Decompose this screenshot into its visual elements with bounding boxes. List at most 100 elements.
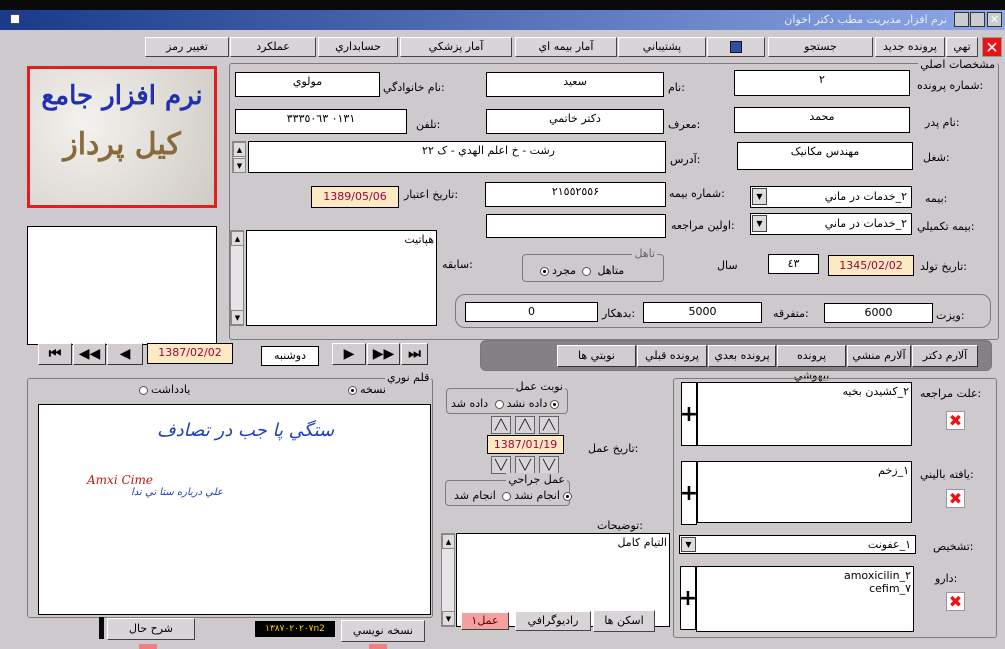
note-radio[interactable]: [139, 385, 148, 395]
job-field[interactable]: مهندس مکانيک: [737, 142, 913, 170]
reason-field[interactable]: ٢_کشيدن بخيه: [697, 382, 912, 446]
not-given-radio[interactable]: [494, 399, 504, 409]
toolbar-button-support[interactable]: پشتيباني: [618, 37, 706, 57]
delete-drug-icon[interactable]: ✖: [946, 592, 965, 611]
given-radio[interactable]: [550, 399, 560, 409]
nav-day-field[interactable]: دوشنبه: [261, 346, 319, 366]
toolbar-button-medical-stats[interactable]: آمار پزشکي: [400, 37, 512, 57]
visit-fee-label: ويزت:: [936, 309, 965, 322]
radiography-button[interactable]: راديوگرافي: [515, 611, 591, 631]
address-field[interactable]: رشت - خ اعلم الهدي - ک ٢٢: [248, 141, 666, 173]
splitter: [99, 617, 104, 639]
visit-fee-field[interactable]: 6000: [824, 303, 933, 323]
rx-writing-button[interactable]: نسخه نويسي: [341, 620, 425, 642]
referrer-label: معرف:: [668, 118, 701, 131]
toolbar-button-performance[interactable]: عملکرد: [230, 37, 316, 57]
drug-field[interactable]: amoxicilin_٢ cefim_٧: [696, 566, 914, 632]
down-arrow-2[interactable]: ╲╱: [515, 456, 535, 474]
minimize-icon[interactable]: [954, 12, 969, 27]
first-name-field[interactable]: سعيد: [486, 72, 664, 97]
next-record-button[interactable]: ▶: [332, 343, 366, 365]
file-number-field[interactable]: ٢: [734, 70, 910, 96]
tab-secretary-alarm[interactable]: آلارم منشي: [847, 345, 911, 367]
close-window-icon[interactable]: ✕: [987, 12, 1002, 27]
supplementary-dropdown-arrow[interactable]: ▼: [752, 215, 767, 232]
up-arrow-1[interactable]: ╱╲: [491, 416, 511, 434]
top-border: [0, 0, 1005, 10]
address-scrollbar[interactable]: ▲ ▼: [232, 141, 246, 173]
insurance-number-field[interactable]: ٢١٥٥٢٥٥۶: [485, 182, 666, 207]
delete-reason-icon[interactable]: ✖: [946, 411, 965, 430]
marital-group-label: تاهل: [632, 247, 657, 260]
small-red-button-2[interactable]: [369, 644, 387, 649]
description-scrollbar[interactable]: ▲ ▼: [441, 533, 455, 627]
first-visit-field[interactable]: [486, 214, 666, 238]
maximize-icon[interactable]: [970, 12, 985, 27]
history-scrollbar[interactable]: ▲ ▼: [230, 230, 244, 326]
note-label: يادداشت: [151, 383, 191, 396]
add-finding-button[interactable]: +: [680, 461, 698, 525]
handwriting-line-3: علي درباره ستا ني ندا: [131, 487, 223, 498]
father-name-label: نام پدر:: [925, 116, 960, 129]
family-name-field[interactable]: مولوي: [235, 72, 380, 97]
referrer-field[interactable]: دکتر خاتمي: [486, 109, 664, 134]
history-field[interactable]: هپاتيت: [246, 230, 437, 326]
nav-date-field[interactable]: 1387/02/02: [147, 343, 233, 364]
prev-record-button[interactable]: ◀: [107, 343, 143, 365]
tab-appointments[interactable]: نوبتي ها: [557, 345, 636, 367]
validity-date-field[interactable]: 1389/05/06: [311, 186, 399, 208]
single-radio[interactable]: [581, 266, 591, 276]
finding-field[interactable]: ١_زخم: [697, 461, 912, 523]
operation-button[interactable]: عمل١: [461, 612, 509, 630]
toolbar-button-search[interactable]: جستجو: [768, 37, 873, 57]
turn-group-label: نوبت عمل: [513, 380, 565, 393]
debt-field[interactable]: 0: [465, 302, 598, 322]
diagnosis-dropdown-arrow[interactable]: ▼: [681, 537, 696, 552]
age-field[interactable]: ٤٣: [768, 254, 819, 274]
toolbar-button-new-file[interactable]: پرونده جديد: [875, 37, 945, 57]
tab-anesthesia-file[interactable]: پرونده بيهوشي: [777, 345, 846, 382]
scans-button[interactable]: اسکن ها: [593, 610, 655, 632]
insurance-dropdown-arrow[interactable]: ▼: [752, 188, 767, 205]
next-page-button[interactable]: ▶▶: [367, 343, 400, 365]
insurance-dropdown[interactable]: ٢_خدمات در ماني: [750, 186, 912, 208]
tab-doctor-alarm[interactable]: آلارم دکتر: [912, 345, 978, 367]
misc-fee-field[interactable]: 5000: [643, 302, 762, 323]
prev-page-button[interactable]: ◀◀: [73, 343, 106, 365]
up-arrow-2[interactable]: ╱╲: [515, 416, 535, 434]
not-done-label: انجام نشد: [514, 489, 560, 502]
toolbar-button-empty[interactable]: تهي: [946, 37, 978, 57]
history-button[interactable]: شرح حال: [107, 618, 195, 640]
op-date-field[interactable]: 1387/01/19: [487, 435, 564, 454]
first-record-button[interactable]: ⏮: [38, 343, 72, 365]
toolbar-button-insurance-stats[interactable]: آمار بيمه اي: [515, 37, 617, 57]
married-radio[interactable]: [540, 266, 549, 276]
not-done-radio[interactable]: [502, 491, 512, 501]
phone-field[interactable]: ٠١٣١ ٣٣٣٥٠٦٣: [235, 109, 407, 134]
up-arrow-3[interactable]: ╱╲: [539, 416, 559, 434]
add-reason-button[interactable]: +: [680, 382, 698, 446]
prescription-radio[interactable]: [348, 385, 358, 395]
last-record-button[interactable]: ⏭: [401, 343, 428, 365]
drawing-canvas[interactable]: ستگي پا جب در تصادف Amxi Cime علي درباره…: [38, 404, 431, 615]
father-name-field[interactable]: محمد: [734, 107, 910, 133]
exit-icon[interactable]: ✕: [982, 37, 1002, 57]
supplementary-insurance-dropdown[interactable]: ٢_خدمات در ماني: [750, 213, 912, 235]
save-icon[interactable]: [707, 37, 765, 57]
done-radio[interactable]: [562, 491, 572, 501]
marital-group: تاهل متاهل مجرد: [522, 247, 664, 282]
diagnosis-dropdown[interactable]: ١_عفونت: [679, 535, 916, 554]
age-label: سال: [717, 259, 738, 272]
toolbar-button-accounting[interactable]: حسابداري: [318, 37, 398, 57]
add-drug-button[interactable]: +: [679, 566, 697, 630]
delete-finding-icon[interactable]: ✖: [946, 489, 965, 508]
diagnosis-label: تشخيص:: [933, 540, 974, 553]
toolbar-button-change-password[interactable]: تغيير رمز: [145, 37, 229, 57]
single-label: مجرد: [552, 264, 576, 277]
down-arrow-1[interactable]: ╲╱: [491, 456, 511, 474]
down-arrow-3[interactable]: ╲╱: [539, 456, 559, 474]
small-red-button-1[interactable]: [139, 644, 157, 649]
tab-next-file[interactable]: پرونده بعدي: [708, 345, 776, 367]
tab-previous-file[interactable]: پرونده قبلي: [637, 345, 707, 367]
birth-date-field[interactable]: 1345/02/02: [828, 255, 914, 276]
